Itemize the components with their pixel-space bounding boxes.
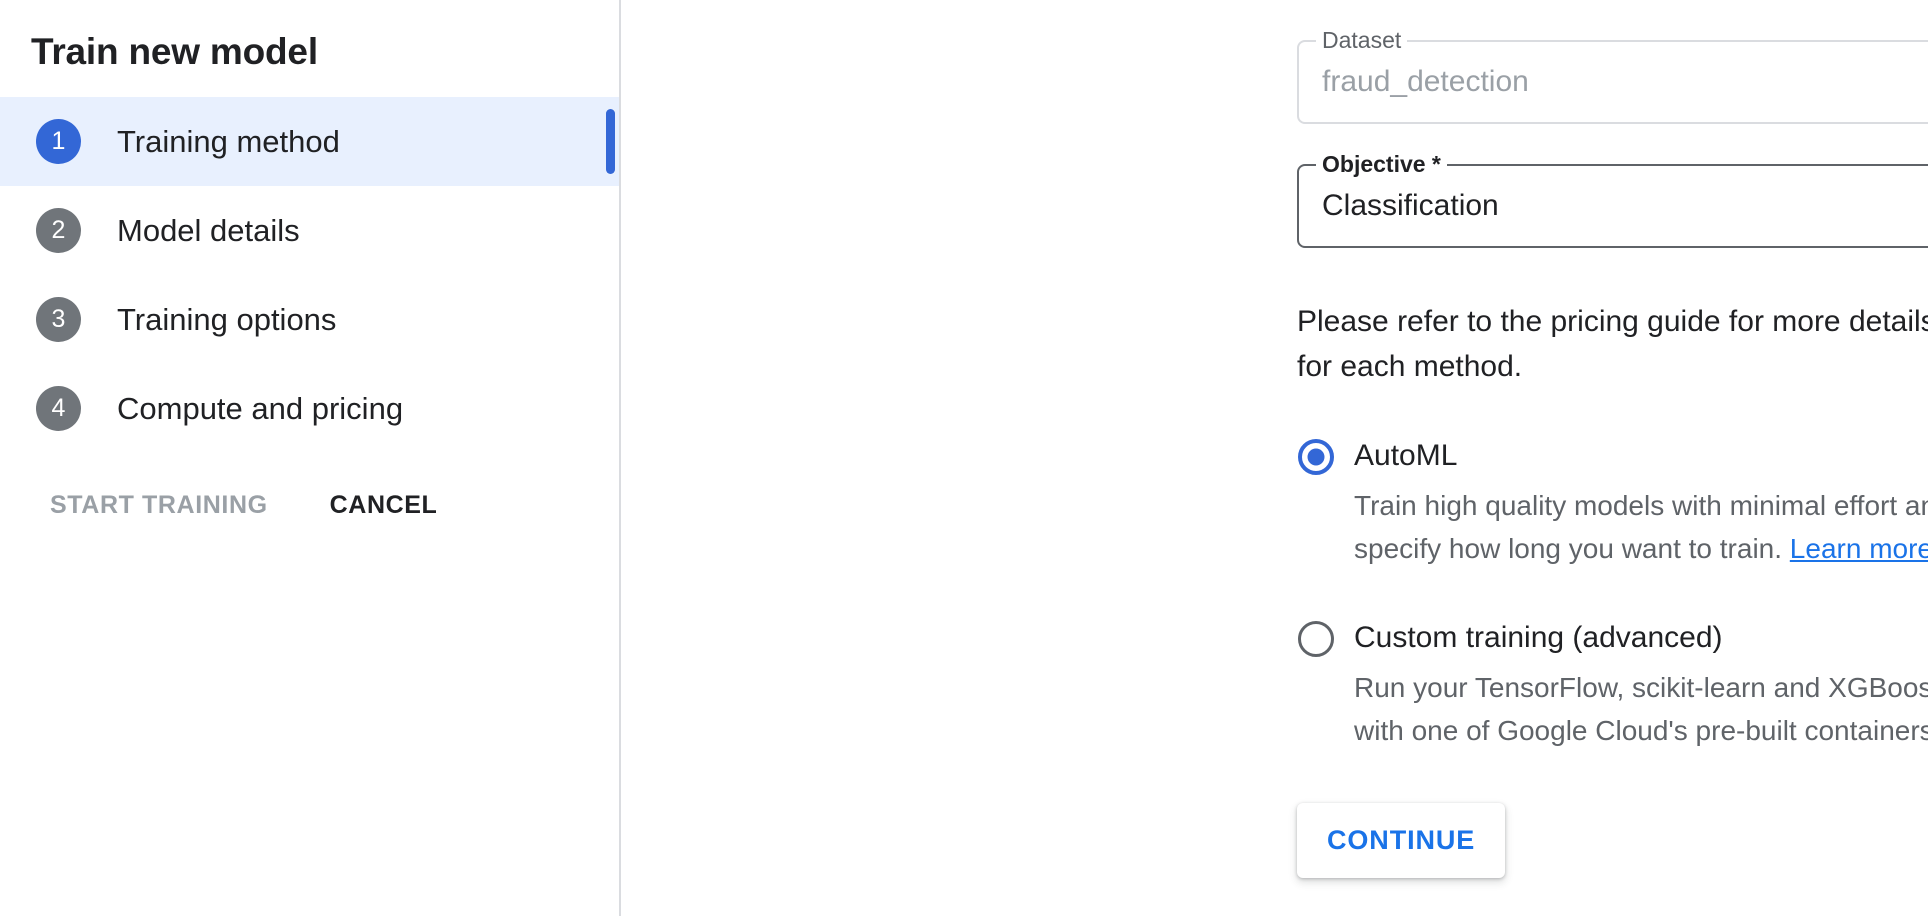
option-title: AutoML [1354,437,1928,475]
step-number-badge: 3 [36,297,81,342]
wizard-main-panel: Dataset fraud_detection ? Objective * Cl… [621,0,1928,916]
sidebar-item-compute-and-pricing[interactable]: 4 Compute and pricing [0,364,619,453]
objective-label: Objective * [1316,151,1447,177]
objective-value: Classification [1322,189,1499,223]
training-method-form: Dataset fraud_detection ? Objective * Cl… [1297,0,1928,878]
step-number-badge: 2 [36,208,81,253]
sidebar-item-label: Training method [117,124,340,160]
option-custom-training[interactable]: Custom training (advanced) Run your Tens… [1297,619,1928,752]
option-description-text: Run your TensorFlow, scikit-learn and XG… [1354,672,1928,746]
option-description: Train high quality models with minimal e… [1354,484,1928,570]
wizard-sidebar: Train new model 1 Training method 2 Mode… [0,0,621,916]
learn-more-link[interactable]: Learn more [1790,533,1928,564]
active-step-indicator [606,109,615,174]
radio-button-automl[interactable] [1298,439,1334,475]
objective-select[interactable]: Objective * Classification [1297,164,1928,248]
option-automl[interactable]: AutoML Train high quality models with mi… [1297,437,1928,570]
step-number-badge: 4 [36,386,81,431]
dataset-value: fraud_detection [1322,65,1529,99]
sidebar-actions: START TRAINING CANCEL [0,491,619,520]
step-number-badge: 1 [36,119,81,164]
wizard-step-list: 1 Training method 2 Model details 3 Trai… [0,97,619,453]
sidebar-item-training-method[interactable]: 1 Training method [0,97,619,186]
option-description: Run your TensorFlow, scikit-learn and XG… [1354,666,1928,752]
page-title: Train new model [0,0,619,76]
cancel-button[interactable]: CANCEL [330,491,438,520]
start-training-button[interactable]: START TRAINING [50,491,268,520]
option-title: Custom training (advanced) [1354,619,1928,657]
sidebar-item-label: Training options [117,302,336,338]
sidebar-item-label: Compute and pricing [117,391,403,427]
training-method-options: AutoML Train high quality models with mi… [1297,437,1928,752]
radio-button-custom-training[interactable] [1298,621,1334,657]
pricing-guide-text: Please refer to the pricing guide for mo… [1297,299,1928,389]
sidebar-item-label: Model details [117,213,300,249]
dataset-select[interactable]: Dataset fraud_detection ? [1297,40,1928,124]
continue-button[interactable]: CONTINUE [1297,803,1505,878]
sidebar-item-model-details[interactable]: 2 Model details [0,186,619,275]
train-new-model-wizard: Train new model 1 Training method 2 Mode… [0,0,1928,916]
sidebar-item-training-options[interactable]: 3 Training options [0,275,619,364]
dataset-label: Dataset [1316,27,1407,53]
